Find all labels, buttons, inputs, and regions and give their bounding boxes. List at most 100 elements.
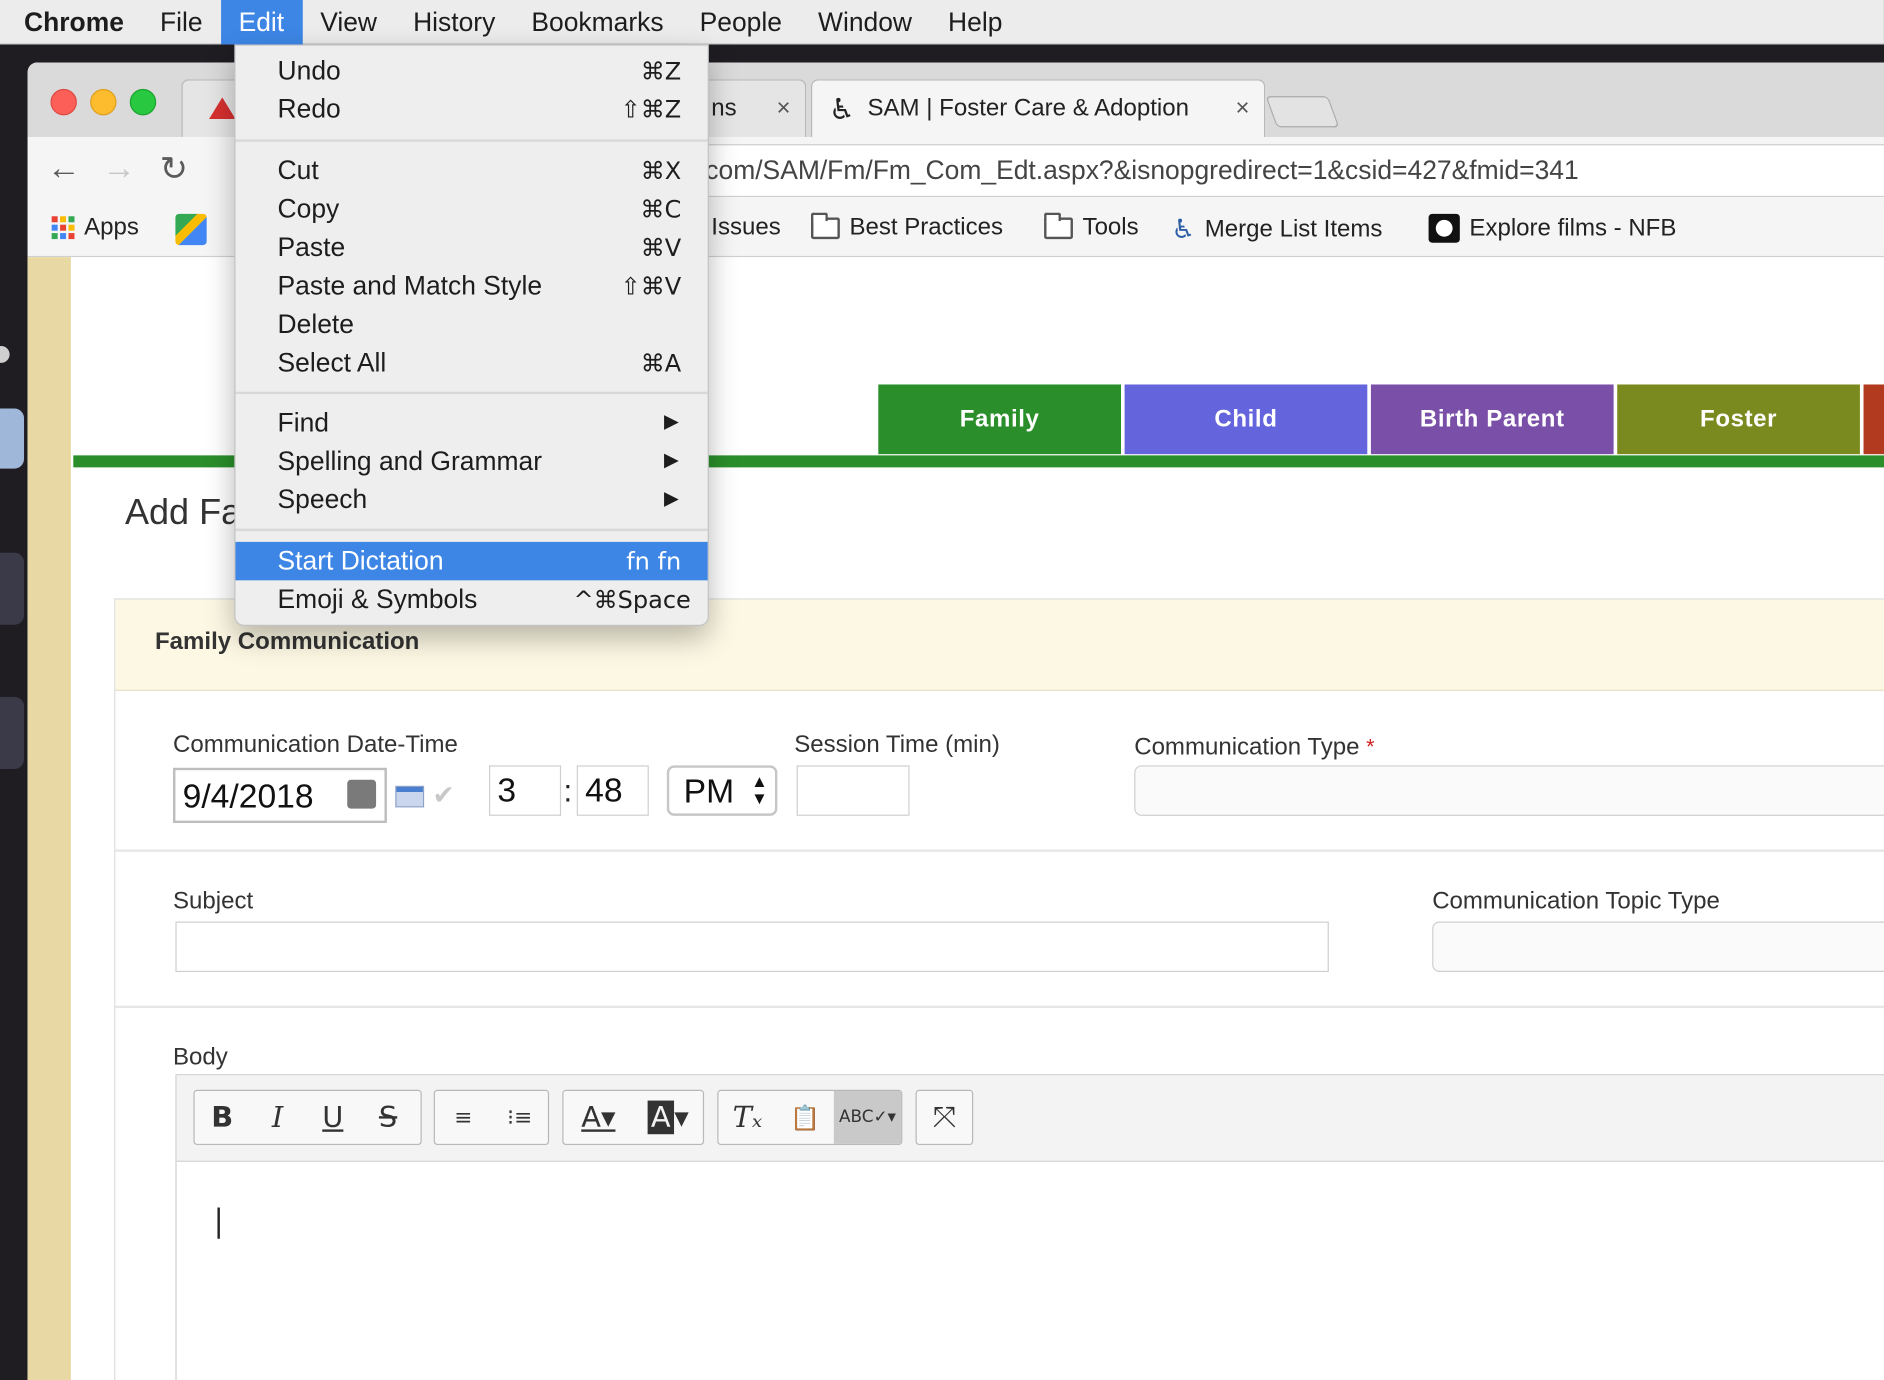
- back-icon[interactable]: ←: [47, 149, 81, 187]
- topic-type-select[interactable]: [1432, 921, 1884, 973]
- tab-birth-parent[interactable]: Birth Parent: [1370, 384, 1614, 455]
- menu-item-undo[interactable]: Undo ⌘Z: [235, 52, 707, 90]
- italic-icon[interactable]: I: [250, 1091, 305, 1144]
- body-rich-text-editor: B I U S ≡ ⁝≡ A▾ A ▾ Tₓ 📋 ABC✓▾ ⤧: [175, 1074, 1884, 1380]
- communication-type-select[interactable]: [1134, 765, 1884, 816]
- format-group: B I U S: [193, 1089, 422, 1146]
- bookmark-explore-films[interactable]: Explore films - NFB: [1428, 213, 1676, 243]
- menu-item-label: Cut: [277, 154, 319, 186]
- bookmark-label: Tools: [1082, 213, 1139, 241]
- checkmark-icon: ✔: [432, 779, 455, 810]
- maximize-group: ⤧: [915, 1089, 974, 1146]
- menu-item-label: Spelling and Grammar: [277, 445, 543, 476]
- bookmark-tools[interactable]: Tools: [1044, 212, 1139, 242]
- menu-item-find[interactable]: Find ▶: [235, 404, 707, 442]
- bookmark-label: Best Practices: [849, 213, 1004, 241]
- color-group: A▾ A ▾: [562, 1089, 705, 1146]
- menu-item-shortcut: ⌘A: [640, 348, 682, 378]
- tab-active[interactable]: ♿ SAM | Foster Care & Adoption ×: [811, 79, 1266, 137]
- menu-item-cut[interactable]: Cut ⌘X: [235, 151, 707, 189]
- maximize-icon[interactable]: ⤧: [917, 1091, 972, 1144]
- menu-item-label: Redo: [277, 93, 341, 124]
- menu-item-redo[interactable]: Redo ⇧⌘Z: [235, 90, 707, 128]
- tab-close-icon[interactable]: ×: [777, 95, 791, 123]
- updown-arrows-icon: ▲ ▼: [751, 771, 768, 808]
- bookmark-issues[interactable]: Issues: [711, 214, 780, 242]
- menu-help[interactable]: Help: [930, 0, 1020, 44]
- folder-icon: [1044, 212, 1073, 239]
- menu-item-start-dictation[interactable]: Start Dictation fn fn: [235, 541, 708, 581]
- accessibility-icon: ♿: [829, 93, 855, 127]
- menu-item-paste-match-style[interactable]: Paste and Match Style ⇧⌘V: [235, 267, 707, 305]
- menu-item-emoji-symbols[interactable]: Emoji & Symbols ^⌘Space: [235, 580, 707, 618]
- submenu-arrow-icon: ▶: [664, 489, 679, 510]
- bookmark-merge-list-items[interactable]: ♿ Merge List Items: [1171, 214, 1382, 245]
- bold-icon[interactable]: B: [195, 1091, 250, 1144]
- minimize-window-button[interactable]: [90, 88, 117, 116]
- minute-input[interactable]: 48: [576, 765, 649, 816]
- bookmark-best-practices[interactable]: Best Practices: [811, 212, 1004, 242]
- menu-item-spelling-grammar[interactable]: Spelling and Grammar ▶: [235, 442, 707, 480]
- text-color-icon[interactable]: A▾: [564, 1091, 634, 1144]
- close-window-button[interactable]: [50, 88, 77, 116]
- menu-item-shortcut: ⌘Z: [640, 56, 682, 86]
- bookmark-maps[interactable]: [175, 213, 207, 246]
- menu-separator: [235, 528, 708, 532]
- tab-family[interactable]: Family: [878, 384, 1121, 455]
- reload-icon[interactable]: ↻: [160, 149, 188, 189]
- hour-input[interactable]: 3: [489, 765, 562, 816]
- menu-people[interactable]: People: [682, 0, 800, 44]
- communication-type-label: Communication Type *: [1134, 734, 1374, 762]
- page-side-bar: [27, 257, 71, 1380]
- menu-item-speech[interactable]: Speech ▶: [235, 481, 707, 519]
- menu-history[interactable]: History: [395, 0, 513, 44]
- address-bar[interactable]: com/SAM/Fm/Fm_Com_Edt.aspx?&isnopgredire…: [694, 144, 1884, 198]
- list-group: ≡ ⁝≡: [433, 1089, 550, 1146]
- url-text: com/SAM/Fm/Fm_Com_Edt.aspx?&isnopgredire…: [705, 154, 1579, 186]
- remove-format-icon[interactable]: Tₓ: [718, 1091, 776, 1144]
- body-label: Body: [173, 1044, 228, 1071]
- menu-edit[interactable]: Edit: [220, 0, 303, 44]
- background-color-icon[interactable]: A ▾: [633, 1091, 703, 1144]
- underline-icon[interactable]: U: [305, 1091, 360, 1144]
- tab-foster[interactable]: Foster: [1617, 384, 1860, 455]
- date-value: 9/4/2018: [182, 777, 314, 815]
- strikethrough-icon[interactable]: S: [360, 1091, 415, 1144]
- mac-menubar: Chrome File Edit View History Bookmarks …: [0, 0, 1884, 45]
- tab-child[interactable]: Child: [1124, 384, 1368, 455]
- maps-icon: [175, 213, 207, 246]
- numbered-list-icon[interactable]: ≡: [435, 1091, 491, 1144]
- menu-item-shortcut: ⌘X: [640, 156, 682, 186]
- menu-item-paste[interactable]: Paste ⌘V: [235, 228, 707, 266]
- nfb-logo-icon: [1428, 213, 1460, 243]
- zoom-window-button[interactable]: [129, 88, 157, 116]
- paste-word-icon[interactable]: 📋: [776, 1091, 834, 1144]
- menu-item-copy[interactable]: Copy ⌘C: [235, 190, 707, 228]
- menu-chrome[interactable]: Chrome: [24, 0, 142, 44]
- accessibility-icon: ♿: [1171, 213, 1196, 244]
- editor-toolbar: B I U S ≡ ⁝≡ A▾ A ▾ Tₓ 📋 ABC✓▾ ⤧: [176, 1075, 1884, 1162]
- menu-window[interactable]: Window: [800, 0, 930, 44]
- session-time-label: Session Time (min): [794, 731, 1000, 759]
- menu-item-delete[interactable]: Delete: [235, 305, 707, 343]
- menu-separator: [235, 139, 708, 142]
- subject-input[interactable]: [175, 921, 1329, 973]
- tab-next[interactable]: [1863, 384, 1884, 455]
- topic-type-label: Communication Topic Type: [1432, 887, 1720, 915]
- new-tab-button[interactable]: [1265, 96, 1340, 128]
- calendar-picker-icon[interactable]: [347, 779, 377, 809]
- menu-view[interactable]: View: [302, 0, 395, 44]
- forward-icon[interactable]: →: [102, 149, 136, 187]
- hour-value: 3: [497, 771, 517, 809]
- menu-bookmarks[interactable]: Bookmarks: [513, 0, 681, 44]
- menu-item-select-all[interactable]: Select All ⌘A: [235, 344, 707, 382]
- menu-file[interactable]: File: [142, 0, 221, 44]
- label-text: Communication Type: [1134, 734, 1360, 761]
- calendar-grid-icon[interactable]: [395, 785, 425, 808]
- bullet-list-icon[interactable]: ⁝≡: [491, 1091, 547, 1144]
- ampm-select[interactable]: PM ▲ ▼: [666, 765, 778, 816]
- session-time-input[interactable]: [796, 765, 910, 816]
- tab-close-icon[interactable]: ×: [1236, 95, 1250, 123]
- bookmark-apps[interactable]: Apps: [51, 214, 139, 242]
- spellcheck-icon[interactable]: ABC✓▾: [833, 1090, 902, 1144]
